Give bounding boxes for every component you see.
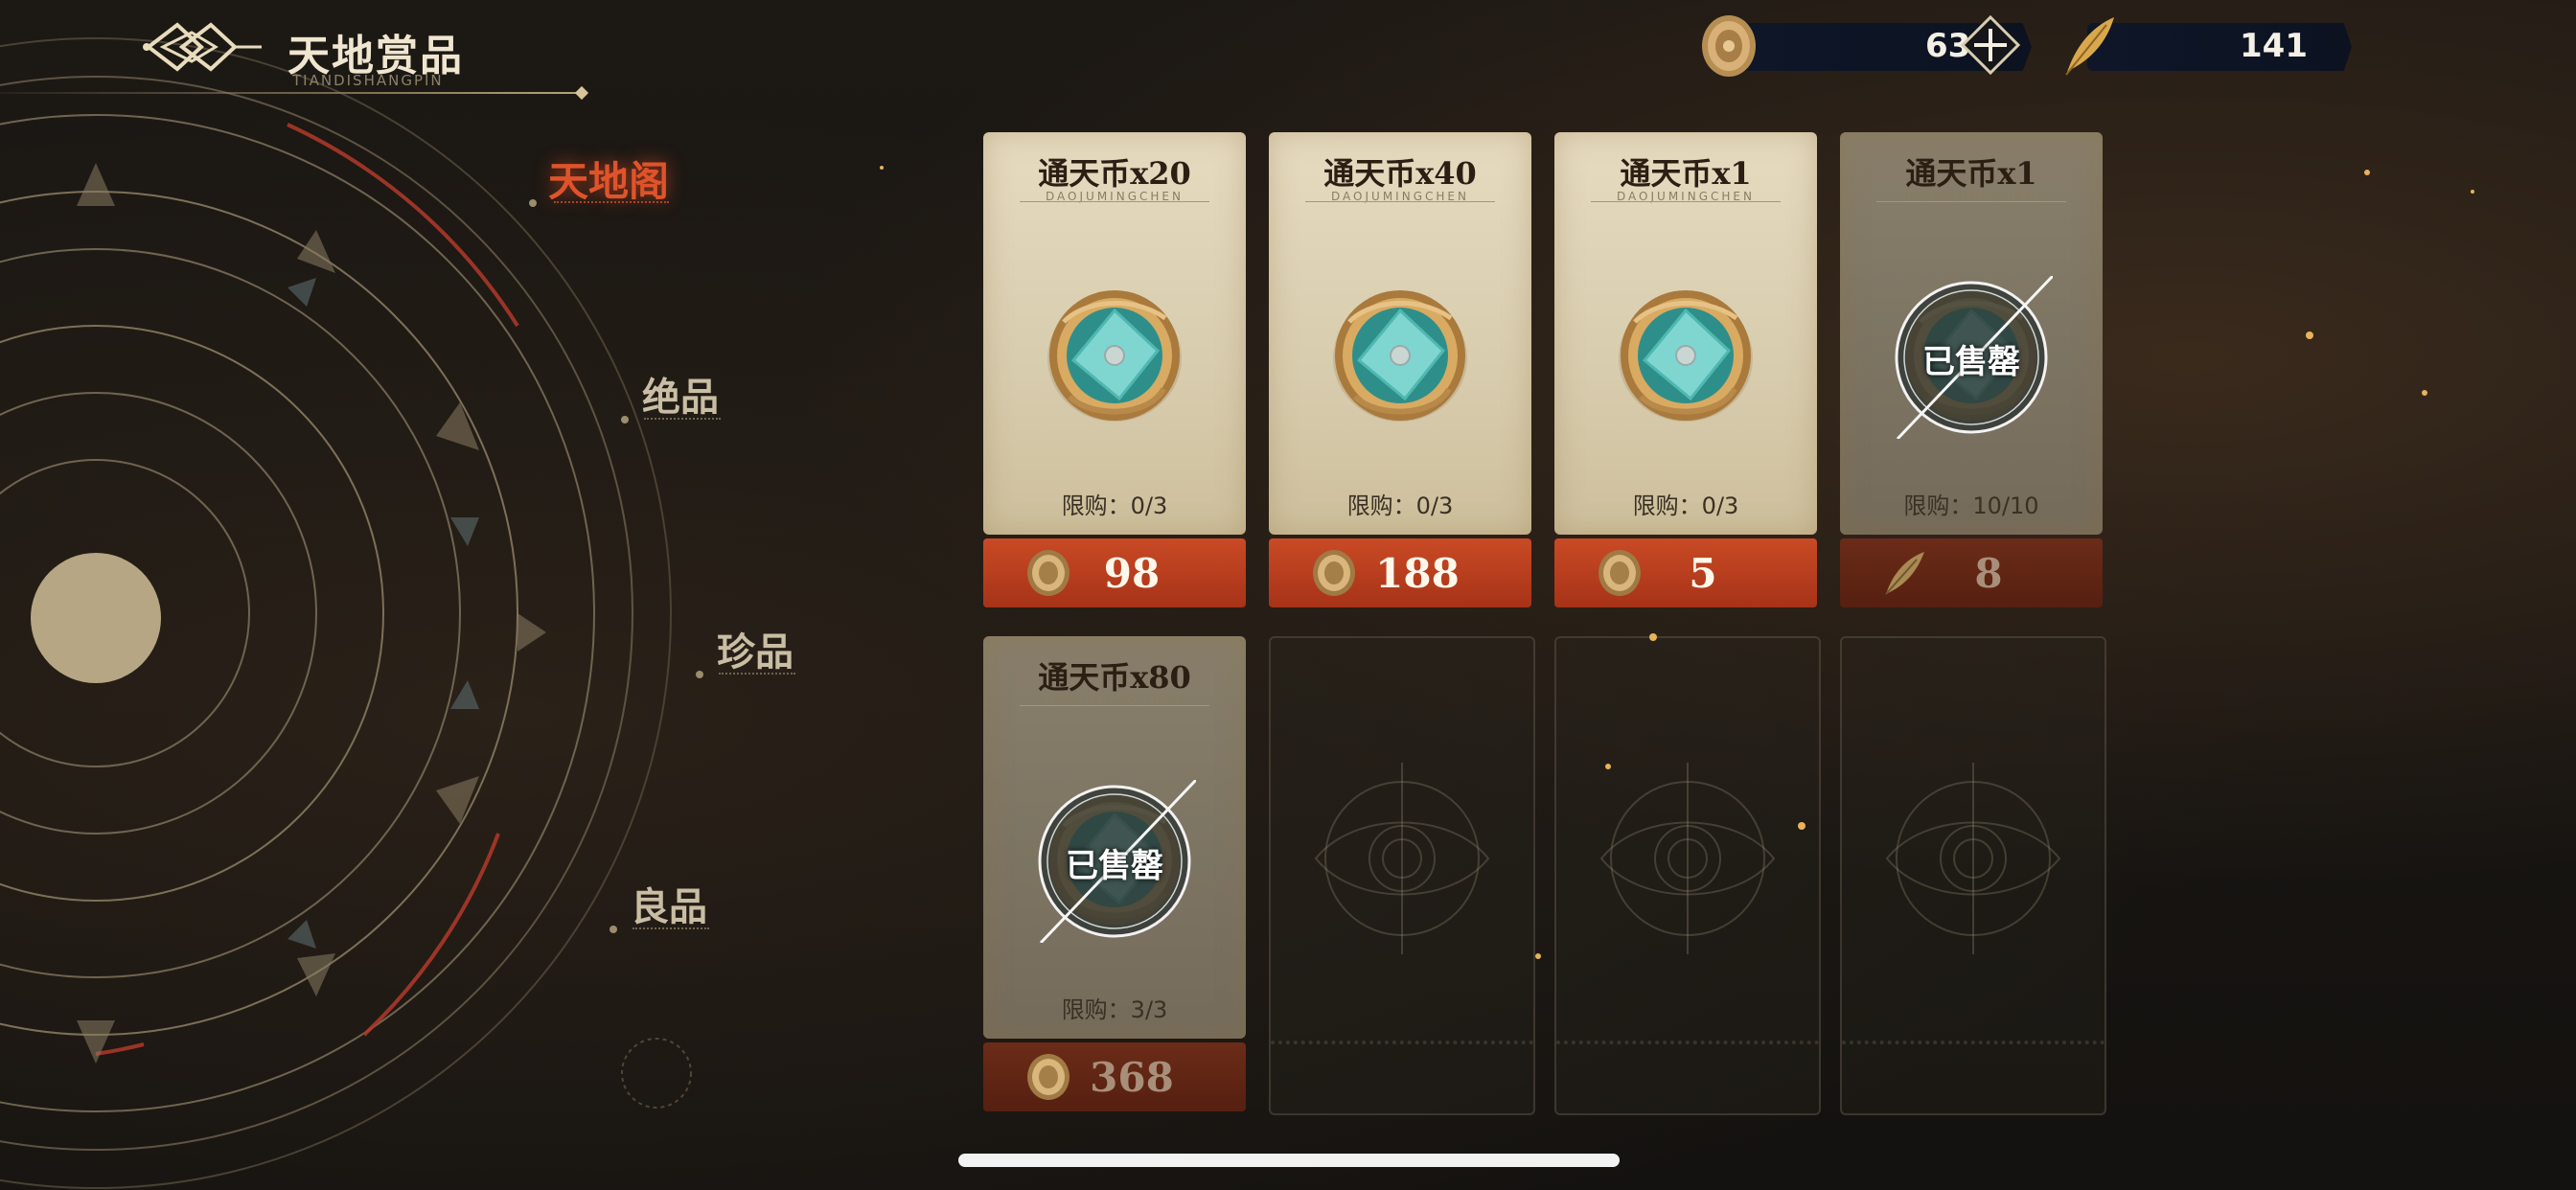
product-card-sold-out[interactable]: 通天币x80 DAOJUMINGCHEN 已售罄 限购：3/3 368 bbox=[983, 636, 1246, 1111]
category-liangpin[interactable]: 良品 bbox=[610, 876, 774, 952]
price-button[interactable]: 368 bbox=[983, 1042, 1246, 1111]
product-card-sold-out[interactable]: 通天币x1 DAOJUMINGCHEN 已售罄 限购：10/10 8 bbox=[1840, 132, 2103, 607]
category-label: 珍品 bbox=[717, 629, 794, 675]
empty-slot bbox=[1269, 636, 1535, 1115]
price-button[interactable]: 5 bbox=[1554, 538, 1817, 607]
sold-out-label: 已售罄 bbox=[1066, 847, 1163, 885]
add-coin-button[interactable] bbox=[1960, 14, 2021, 76]
category-zhenpin[interactable]: 珍品 bbox=[696, 621, 861, 698]
empty-slot bbox=[1840, 636, 2106, 1115]
product-grid: 通天币x20 DAOJUMINGCHEN 限购：0/3 98 通天币x40 DA… bbox=[983, 132, 2110, 1119]
tongtian-coin-icon bbox=[1043, 284, 1186, 427]
purchase-limit: 限购：0/3 bbox=[1632, 492, 1739, 519]
sold-out-label: 已售罄 bbox=[1922, 343, 2020, 381]
tongtian-coin-icon bbox=[1614, 284, 1758, 427]
category-label: 良品 bbox=[631, 884, 707, 929]
eye-emblem-icon bbox=[1885, 763, 2061, 954]
price-value: 368 bbox=[1090, 1054, 1174, 1101]
empty-slot bbox=[1554, 636, 1821, 1115]
purchase-limit: 限购：0/3 bbox=[1346, 492, 1454, 519]
category-dot bbox=[529, 199, 537, 207]
category-dot bbox=[696, 671, 703, 678]
feather-currency-display: 141 bbox=[2058, 13, 2352, 80]
feather-balance: 141 bbox=[2240, 27, 2308, 65]
purchase-limit: 限购：3/3 bbox=[1061, 996, 1168, 1023]
category-underline bbox=[719, 673, 795, 677]
category-label: 天地阁 bbox=[548, 158, 670, 205]
tongtian-coin-icon bbox=[1328, 284, 1472, 427]
category-underline bbox=[644, 418, 721, 423]
category-menu: 天地阁 绝品 珍品 良品 bbox=[498, 134, 805, 958]
product-card[interactable]: 通天币x40 DAOJUMINGCHEN 限购：0/3 188 bbox=[1269, 132, 1531, 607]
page-subtitle: TIANDISHANGPIN bbox=[292, 72, 444, 89]
category-dot bbox=[621, 416, 629, 423]
price-button[interactable]: 98 bbox=[983, 538, 1246, 607]
category-label: 绝品 bbox=[642, 375, 719, 420]
price-button[interactable]: 188 bbox=[1269, 538, 1531, 607]
product-name: 通天币x20 bbox=[1038, 155, 1191, 192]
category-juepin[interactable]: 绝品 bbox=[621, 366, 786, 443]
plus-icon bbox=[1960, 14, 2021, 76]
header: 天地赏品 TIANDISHANGPIN bbox=[0, 0, 613, 105]
category-underline bbox=[554, 201, 669, 206]
price-value: 188 bbox=[1375, 550, 1460, 597]
header-divider-end-dot bbox=[574, 85, 589, 101]
category-dot bbox=[610, 926, 617, 933]
product-subtitle-line bbox=[1591, 201, 1781, 202]
empty-slot-divider bbox=[1842, 1041, 2104, 1044]
product-name: 通天币x1 bbox=[1620, 155, 1752, 192]
product-subtitle-line bbox=[1020, 705, 1209, 706]
purchase-limit: 限购：0/3 bbox=[1061, 492, 1168, 519]
product-name: 通天币x40 bbox=[1323, 155, 1477, 192]
price-value: 5 bbox=[1689, 550, 1717, 597]
product-name: 通天币x80 bbox=[1038, 659, 1191, 696]
product-subtitle-line bbox=[1305, 201, 1495, 202]
empty-slot-divider bbox=[1271, 1041, 1533, 1044]
product-subtitle-line bbox=[1020, 201, 1209, 202]
purchase-limit: 限购：10/10 bbox=[1903, 492, 2039, 519]
home-indicator[interactable] bbox=[958, 1154, 1620, 1167]
category-tianditge[interactable]: 天地阁 bbox=[529, 144, 692, 220]
product-card[interactable]: 通天币x1 DAOJUMINGCHEN 限购：0/3 5 bbox=[1554, 132, 1817, 607]
price-value: 98 bbox=[1103, 550, 1161, 597]
feather-icon bbox=[2065, 17, 2114, 76]
category-underline bbox=[632, 927, 709, 932]
product-card[interactable]: 通天币x20 DAOJUMINGCHEN 限购：0/3 98 bbox=[983, 132, 1246, 607]
empty-slot-divider bbox=[1556, 1041, 1819, 1044]
price-value: 8 bbox=[1974, 550, 2003, 597]
eye-emblem-icon bbox=[1314, 763, 1490, 954]
price-button[interactable]: 8 bbox=[1840, 538, 2103, 607]
header-divider bbox=[0, 92, 585, 94]
eye-emblem-icon bbox=[1599, 763, 1776, 954]
coin-icon bbox=[1702, 15, 1756, 77]
emblem-logo-icon bbox=[143, 22, 262, 72]
product-subtitle-line bbox=[1876, 201, 2066, 202]
product-name: 通天币x1 bbox=[1905, 155, 2037, 192]
